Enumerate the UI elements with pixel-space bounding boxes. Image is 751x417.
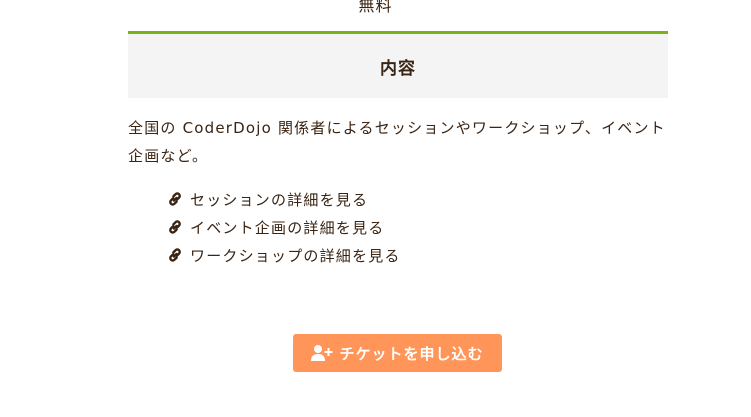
apply-button-label: チケットを申し込む bbox=[339, 344, 484, 363]
detail-links-list: セッションの詳細を見る イベント企画の詳細を見る ワークショップの詳細を見る bbox=[166, 185, 401, 269]
link-icon bbox=[166, 246, 184, 264]
content-heading: 内容 bbox=[380, 58, 416, 79]
page: 無料 内容 全国の CoderDojo 関係者によるセッションやワークショップ、… bbox=[0, 0, 751, 417]
link-icon bbox=[166, 218, 184, 236]
session-details-link[interactable]: セッションの詳細を見る bbox=[166, 185, 401, 213]
apply-ticket-button[interactable]: チケットを申し込む bbox=[293, 334, 502, 372]
user-plus-icon bbox=[311, 344, 333, 362]
content-section-header: 内容 bbox=[128, 31, 668, 98]
event-details-label: イベント企画の詳細を見る bbox=[190, 218, 385, 237]
session-details-label: セッションの詳細を見る bbox=[190, 190, 369, 209]
content-description: 全国の CoderDojo 関係者によるセッションやワークショップ、イベント企画… bbox=[128, 119, 666, 165]
link-icon bbox=[166, 190, 184, 208]
workshop-details-label: ワークショップの詳細を見る bbox=[190, 246, 401, 265]
workshop-details-link[interactable]: ワークショップの詳細を見る bbox=[166, 241, 401, 269]
fee-value: 無料 bbox=[358, 0, 393, 15]
event-details-link[interactable]: イベント企画の詳細を見る bbox=[166, 213, 401, 241]
